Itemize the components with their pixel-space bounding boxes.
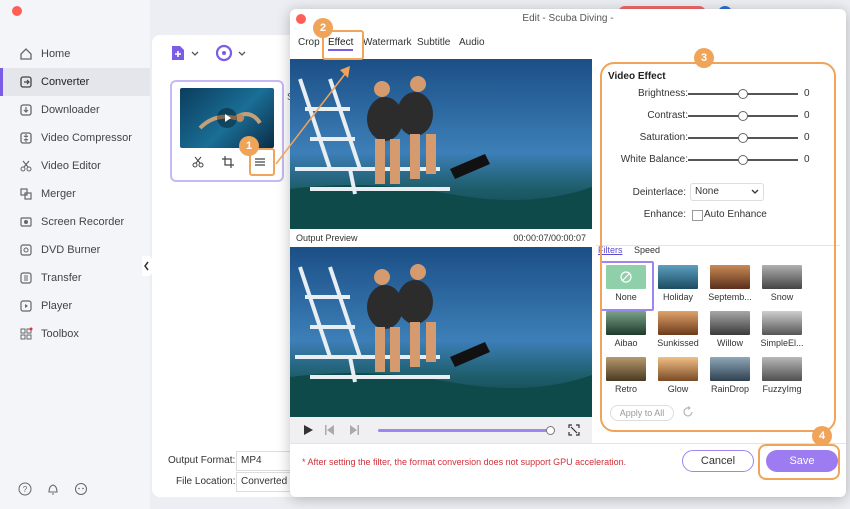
annotation-badge-1: 1 — [239, 136, 259, 156]
annotation-highlight-3 — [600, 62, 836, 432]
player-icon — [18, 298, 34, 314]
home-icon — [18, 46, 34, 62]
output-preview — [290, 247, 592, 417]
tab-audio[interactable]: Audio — [459, 37, 485, 48]
sidebar-item-transfer[interactable]: Transfer — [0, 264, 150, 292]
tab-crop[interactable]: Crop — [298, 37, 320, 48]
sidebar-item-label: Player — [41, 300, 73, 312]
player-controls — [290, 417, 592, 443]
play-button[interactable] — [302, 424, 314, 439]
sidebar-item-player[interactable]: Player — [0, 292, 150, 320]
fullscreen-icon[interactable] — [568, 424, 580, 439]
sidebar-item-label: Screen Recorder — [41, 216, 125, 228]
sidebar-item-dvd-burner[interactable]: DVD Burner — [0, 236, 150, 264]
compress-icon — [18, 130, 34, 146]
annotation-arrow — [275, 66, 350, 165]
sidebar-item-downloader[interactable]: Downloader — [0, 96, 150, 124]
sidebar-item-label: Transfer — [41, 272, 82, 284]
scissors-icon — [18, 158, 34, 174]
downloader-icon — [18, 102, 34, 118]
converter-icon — [18, 74, 34, 90]
svg-text:?: ? — [23, 485, 28, 494]
record-icon — [18, 214, 34, 230]
bell-icon[interactable] — [46, 482, 60, 499]
sidebar-item-label: Downloader — [41, 104, 100, 116]
toolbox-icon — [18, 326, 34, 342]
dialog-title: Edit - Scuba Diving - — [522, 13, 614, 24]
output-preview-bar: Output Preview 00:00:07/00:00:07 — [290, 229, 592, 247]
add-file-icon[interactable] — [170, 44, 200, 65]
sidebar-item-label: Video Editor — [41, 160, 101, 172]
sidebar-item-video-editor[interactable]: Video Editor — [0, 152, 150, 180]
sidebar-item-label: Home — [41, 48, 71, 60]
merge-icon — [18, 186, 34, 202]
sidebar-item-merger[interactable]: Merger — [0, 180, 150, 208]
sidebar-item-label: Video Compressor — [41, 132, 132, 144]
annotation-badge-3: 3 — [694, 48, 714, 68]
sidebar-item-home[interactable]: Home — [0, 40, 150, 68]
output-preview-label: Output Preview — [296, 233, 358, 243]
sidebar-item-video-compressor[interactable]: Video Compressor — [0, 124, 150, 152]
sidebar-item-label: Merger — [41, 188, 76, 200]
video-thumbnail[interactable] — [180, 88, 274, 148]
playback-progress[interactable] — [378, 429, 550, 432]
video-frame — [290, 247, 592, 417]
help-icon[interactable]: ? — [18, 482, 32, 499]
cancel-button[interactable]: Cancel — [682, 450, 754, 472]
output-format-label: Output Format: — [168, 455, 236, 466]
sidebar-item-label: DVD Burner — [41, 244, 101, 256]
feedback-icon[interactable] — [74, 482, 88, 499]
prev-frame-icon[interactable] — [324, 424, 336, 439]
gpu-note: * After setting the filter, the format c… — [302, 457, 627, 467]
time-display: 00:00:07/00:00:07 — [513, 233, 586, 243]
crop-icon[interactable] — [222, 156, 234, 171]
playback-knob[interactable] — [546, 426, 555, 435]
transfer-icon — [18, 270, 34, 286]
disc-icon — [18, 242, 34, 258]
annotation-badge-2: 2 — [313, 18, 333, 38]
file-location-label: File Location: — [176, 476, 236, 487]
sidebar-item-converter[interactable]: Converter — [0, 68, 150, 96]
sidebar-item-toolbox[interactable]: Toolbox — [0, 320, 150, 348]
trim-icon[interactable] — [192, 156, 204, 171]
sidebar-item-label: Toolbox — [41, 328, 79, 340]
sidebar-item-screen-recorder[interactable]: Screen Recorder — [0, 208, 150, 236]
output-format-select[interactable]: MP4 — [236, 451, 298, 471]
file-location-select[interactable]: Converted — [236, 472, 298, 492]
play-icon — [217, 108, 237, 128]
tab-watermark[interactable]: Watermark — [363, 37, 412, 48]
close-window-icon[interactable] — [12, 6, 22, 16]
annotation-badge-4: 4 — [812, 426, 832, 446]
collapse-sidebar-button[interactable] — [142, 256, 152, 276]
sidebar-item-label: Converter — [41, 76, 90, 88]
next-frame-icon[interactable] — [348, 424, 360, 439]
annotation-highlight-4 — [758, 444, 840, 480]
add-dvd-icon[interactable] — [215, 44, 247, 65]
tab-subtitle[interactable]: Subtitle — [417, 37, 450, 48]
